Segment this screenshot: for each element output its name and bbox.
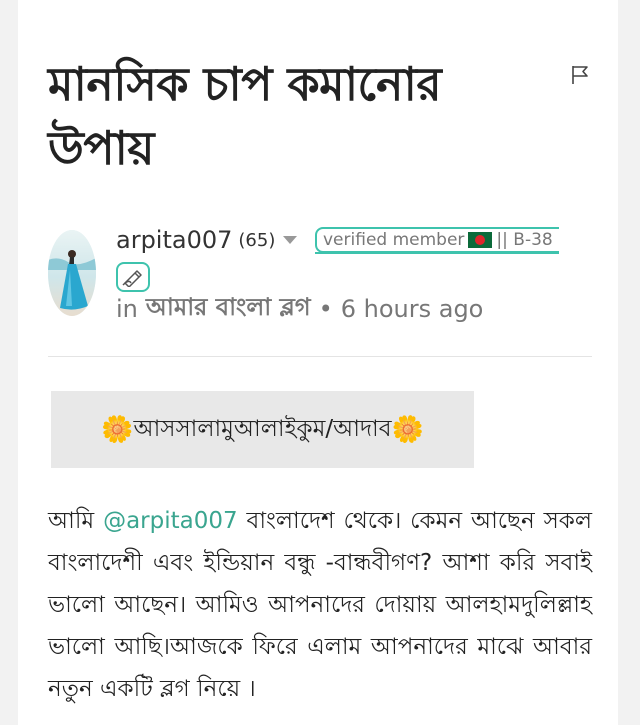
greeting-text: আসসালামুআলাইকুম/আদাব xyxy=(133,416,392,442)
caret-down-icon[interactable] xyxy=(283,236,298,244)
body-text: বাংলাদেশ থেকে। কেমন আছেন সকল বাংলাদেশী এ… xyxy=(48,508,593,702)
author-reputation: (65) xyxy=(238,229,276,251)
flower-icon: 🌼 xyxy=(391,414,424,445)
badge-text: verified member xyxy=(323,230,465,250)
pen-badge-icon xyxy=(116,262,150,292)
header-divider xyxy=(48,356,592,357)
body-prefix: আমি xyxy=(48,508,95,534)
badge-suffix: || B-38 xyxy=(496,230,553,250)
post-body-paragraph: আমি @arpita007 বাংলাদেশ থেকে। কেমন আছেন … xyxy=(48,500,592,710)
badge-underline xyxy=(315,252,559,254)
bangladesh-flag-icon xyxy=(468,232,493,248)
community-prefix: in xyxy=(116,295,138,323)
post-title: মানসিক চাপ কমানোর উপায় xyxy=(48,57,442,175)
avatar[interactable] xyxy=(48,230,96,316)
post-meta: in আমার বাংলা ব্লগ • 6 hours ago xyxy=(116,292,483,326)
greeting-box: 🌼 আসসালামুআলাইকুম/আদাব 🌼 xyxy=(51,391,474,468)
post-timestamp[interactable]: 6 hours ago xyxy=(341,295,484,323)
user-mention-link[interactable]: @arpita007 xyxy=(103,508,238,534)
flower-icon: 🌼 xyxy=(101,414,134,445)
meta-separator: • xyxy=(318,295,333,323)
community-link[interactable]: আমার বাংলা ব্লগ xyxy=(146,289,311,329)
verified-member-badge: verified member || B-38 xyxy=(315,227,559,253)
author-line: arpita007 (65) xyxy=(116,224,298,256)
author-name[interactable]: arpita007 xyxy=(116,226,232,254)
flag-icon[interactable] xyxy=(570,64,590,86)
